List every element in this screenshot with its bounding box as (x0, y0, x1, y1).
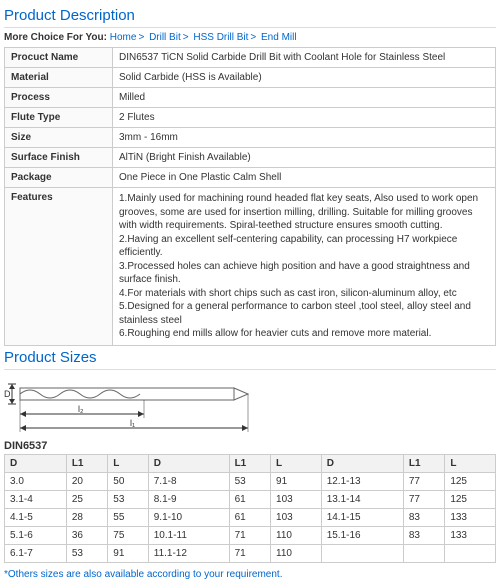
spec-table: Procuct NameDIN6537 TiCN Solid Carbide D… (4, 47, 496, 346)
value-material: Solid Carbide (HSS is Available) (113, 68, 496, 88)
label-package: Package (5, 168, 113, 188)
section-title-sizes: Product Sizes (4, 346, 496, 370)
sizes-header: DL1L DL1L DL1L (5, 454, 496, 472)
table-row: 5.1-6367510.1-117111015.1-1683133 (5, 526, 496, 544)
svg-text:D: D (4, 389, 11, 399)
crumb-hss[interactable]: HSS Drill Bit (193, 32, 248, 43)
label-name: Procuct Name (5, 48, 113, 68)
crumb-drill-bit[interactable]: Drill Bit (149, 32, 181, 43)
label-surface: Surface Finish (5, 148, 113, 168)
label-features: Features (5, 188, 113, 346)
value-surface: AlTiN (Bright Finish Available) (113, 148, 496, 168)
table-row: 3.020507.1-8539112.1-1377125 (5, 472, 496, 490)
crumb-end-mill[interactable]: End Mill (261, 32, 297, 43)
crumb-home[interactable]: Home (110, 32, 137, 43)
table-row: 6.1-7539111.1-1271110 (5, 544, 496, 562)
table-row: 3.1-425538.1-96110313.1-1477125 (5, 490, 496, 508)
feature-3: 3.Processed holes can achieve high posit… (119, 260, 489, 287)
feature-6: 6.Roughing end mills allow for heavier c… (119, 327, 489, 341)
sizes-table: DL1L DL1L DL1L 3.020507.1-8539112.1-1377… (4, 454, 496, 563)
footer-note: *Others sizes are also available accordi… (4, 563, 496, 580)
feature-1: 1.Mainly used for machining round headed… (119, 192, 489, 233)
din-label: DIN6537 (4, 438, 496, 454)
value-package: One Piece in One Plastic Calm Shell (113, 168, 496, 188)
breadcrumb: More Choice For You: Home> Drill Bit> HS… (4, 30, 496, 47)
value-name: DIN6537 TiCN Solid Carbide Drill Bit wit… (113, 48, 496, 68)
svg-text:l₁: l₁ (130, 418, 135, 428)
value-process: Milled (113, 88, 496, 108)
feature-2: 2.Having an excellent self-centering cap… (119, 233, 489, 260)
svg-text:l₂: l₂ (78, 404, 84, 414)
label-process: Process (5, 88, 113, 108)
feature-4: 4.For materials with short chips such as… (119, 287, 489, 301)
label-flute: Flute Type (5, 108, 113, 128)
drill-diagram: D l₂ l₁ (4, 372, 496, 438)
section-title-description: Product Description (4, 4, 496, 28)
more-choice-label: More Choice For You: (4, 32, 107, 43)
label-size: Size (5, 128, 113, 148)
feature-5: 5.Designed for a general performance to … (119, 300, 489, 327)
table-row: 4.1-528559.1-106110314.1-1583133 (5, 508, 496, 526)
value-flute: 2 Flutes (113, 108, 496, 128)
label-material: Material (5, 68, 113, 88)
value-features: 1.Mainly used for machining round headed… (113, 188, 496, 346)
value-size: 3mm - 16mm (113, 128, 496, 148)
